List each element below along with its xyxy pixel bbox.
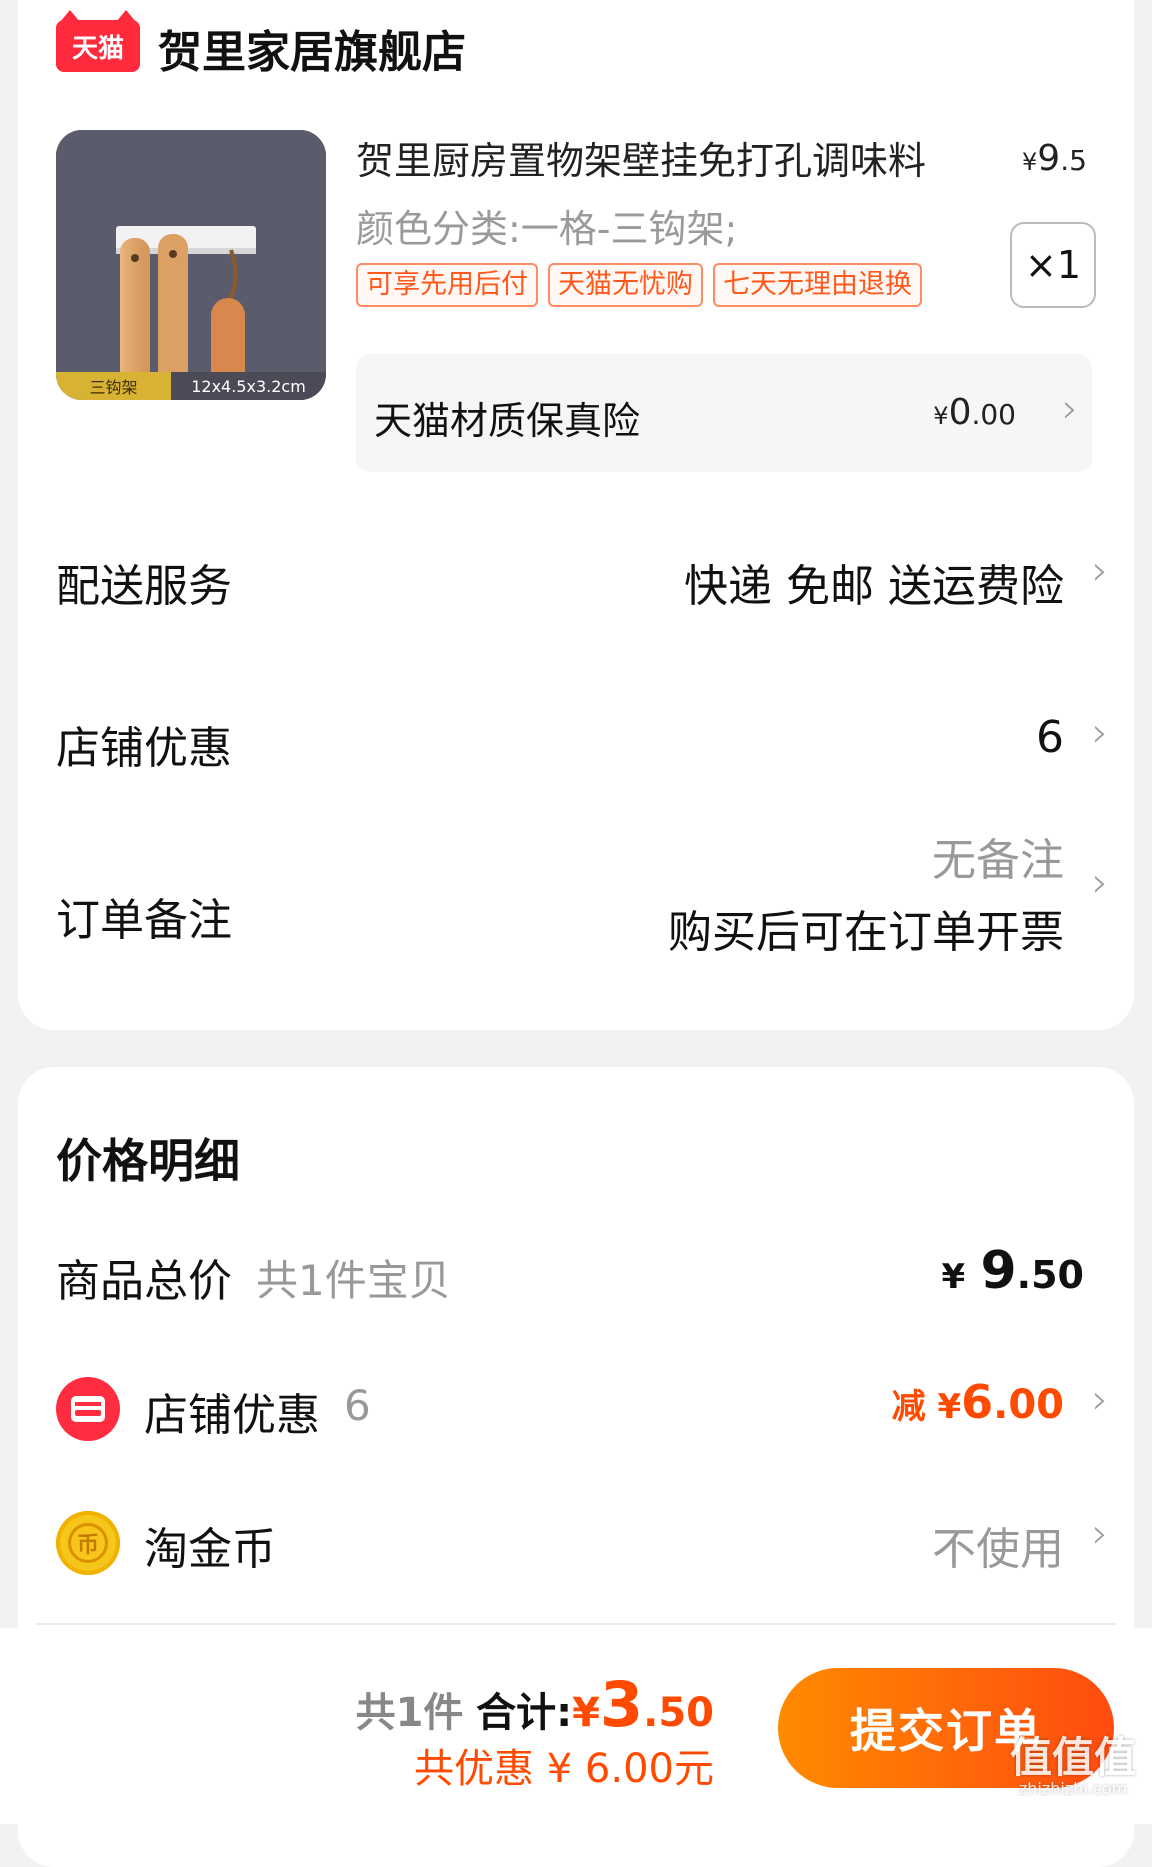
price-int: 9 <box>1037 138 1061 179</box>
insurance-label: 天猫材质保真险 <box>374 399 641 443</box>
watermark-text: 值值值 <box>1009 1733 1136 1782</box>
total-amount: ¥3.50 <box>572 1668 714 1741</box>
shop-discount-amount[interactable]: 减 ¥6.00 <box>892 1375 1064 1429</box>
shop-discount-value[interactable]: 6 <box>1036 712 1064 763</box>
order-total-summary: 共1件 合计:¥3.50 <box>356 1668 714 1741</box>
shop-discount-label: 店铺优惠 <box>56 723 232 774</box>
watermark-url: zhizhizhi.com <box>1018 1779 1128 1798</box>
currency-symbol: ¥ <box>933 402 949 430</box>
goods-total-label: 商品总价 <box>56 1256 232 1307</box>
discount-prefix: 减 ¥ <box>891 1387 962 1427</box>
taojinbi-label: 淘金币 <box>144 1524 276 1575</box>
taojinbi-value[interactable]: 不使用 <box>932 1513 1064 1577</box>
chevron-right-icon: › <box>1062 386 1078 432</box>
tag-pay-later: 可享先用后付 <box>356 263 538 307</box>
tag-worry-free: 天猫无忧购 <box>548 263 703 307</box>
discount-dec: .00 <box>993 1382 1064 1428</box>
order-note-value[interactable]: 无备注 <box>932 824 1064 888</box>
total-label: 合计: <box>476 1690 573 1736</box>
item-count: 共1件 <box>355 1690 464 1736</box>
price-int: 9 <box>980 1241 1017 1301</box>
order-note-invoice-hint[interactable]: 购买后可在订单开票 <box>668 896 1064 960</box>
chevron-right-icon[interactable]: › <box>1092 1511 1108 1557</box>
product-title[interactable]: 贺里厨房置物架壁挂免打孔调味料 <box>356 130 926 185</box>
price-dec: .00 <box>971 398 1016 431</box>
chevron-right-icon[interactable]: › <box>1092 860 1108 906</box>
image-caption-style: 三钩架 <box>56 372 171 400</box>
currency-symbol: ¥ <box>1022 148 1038 176</box>
product-spec[interactable]: 颜色分类:一格-三钩架; <box>356 198 737 253</box>
store-name[interactable]: 贺里家居旗舰店 <box>158 16 466 80</box>
shop-discount-count: 6 <box>344 1381 371 1430</box>
insurance-price: ¥0.00 <box>933 392 1016 433</box>
service-tags: 可享先用后付 天猫无忧购 七天无理由退换 <box>356 263 922 307</box>
goods-count: 共1件宝贝 <box>256 1256 451 1305</box>
order-note-label: 订单备注 <box>56 895 232 946</box>
chevron-right-icon[interactable]: › <box>1092 710 1108 756</box>
product-image[interactable]: 三钩架 12x4.5x3.2cm <box>56 130 326 400</box>
currency-symbol: ¥ <box>941 1257 966 1297</box>
total-int: 3 <box>600 1668 644 1741</box>
shop-discount-label: 店铺优惠 <box>144 1390 320 1441</box>
price-dec: .5 <box>1060 144 1087 177</box>
product-price: ¥9.5 <box>1022 138 1087 179</box>
price-detail-title: 价格明细 <box>56 1134 240 1188</box>
chevron-right-icon[interactable]: › <box>1092 1377 1108 1423</box>
divider <box>36 1623 1116 1625</box>
product-image-caption: 三钩架 12x4.5x3.2cm <box>56 372 326 400</box>
total-dec: .50 <box>643 1690 714 1736</box>
price-dec: .50 <box>1016 1253 1084 1297</box>
price-int: 0 <box>948 392 972 433</box>
delivery-label: 配送服务 <box>56 561 232 612</box>
product-photo-illustration <box>56 130 326 400</box>
image-caption-size: 12x4.5x3.2cm <box>171 372 326 400</box>
chevron-right-icon[interactable]: › <box>1092 548 1108 594</box>
order-card: 天猫 贺里家居旗舰店 三钩架 12x4.5x3.2cm 贺里厨房置物架壁挂免打孔… <box>18 0 1134 1030</box>
watermark: 值值值 zhizhizhi.com <box>998 1736 1148 1820</box>
shop-discount-icon <box>56 1377 120 1441</box>
delivery-value[interactable]: 快递 免邮 送运费险 <box>684 550 1064 614</box>
quantity-button[interactable]: ×1 <box>1010 222 1096 308</box>
tmall-logo-icon: 天猫 <box>56 10 140 72</box>
insurance-row[interactable]: 天猫材质保真险 ¥0.00 › <box>356 354 1092 472</box>
taojinbi-coin-icon: 币 <box>56 1511 120 1575</box>
goods-total-price: ¥ 9.50 <box>941 1241 1084 1301</box>
currency-symbol: ¥ <box>572 1690 600 1736</box>
checkout-bar: 共1件 合计:¥3.50 共优惠 ¥ 6.00元 提交订单 <box>0 1628 1152 1824</box>
saved-amount: 共优惠 ¥ 6.00元 <box>414 1746 714 1792</box>
coin-glyph: 币 <box>68 1523 108 1563</box>
discount-int: 6 <box>961 1375 994 1429</box>
tag-7day-return: 七天无理由退换 <box>713 263 922 307</box>
